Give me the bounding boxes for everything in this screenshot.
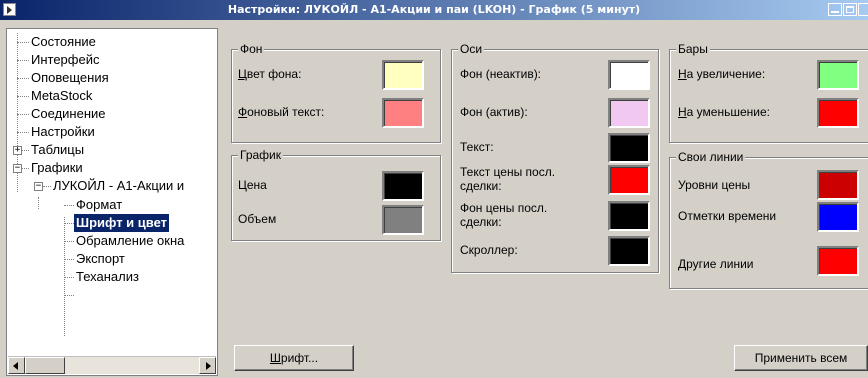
- bg-text-color-swatch[interactable]: [382, 98, 424, 128]
- tree-line: [64, 223, 74, 224]
- tree-line: [22, 150, 29, 151]
- bg-text-label: Фоновый текст:: [238, 105, 325, 119]
- other-lines-swatch[interactable]: [817, 246, 859, 276]
- tree-item-tech-analysis[interactable]: Теханализ: [74, 268, 141, 286]
- axis-active-label: Фон (актив):: [460, 105, 528, 119]
- collapse-icon[interactable]: −: [34, 182, 43, 191]
- group-title: График: [238, 148, 283, 162]
- last-price-text-label: Текст цены посл. сделки:: [460, 165, 556, 193]
- font-button[interactable]: Шрифт...: [234, 345, 354, 371]
- time-marks-swatch[interactable]: [817, 202, 859, 232]
- group-custom-lines: Свои линии Уровни цены Отметки времени Д…: [669, 150, 868, 289]
- tree-item-format[interactable]: Формат: [74, 196, 124, 214]
- group-title: Свои линии: [676, 150, 746, 164]
- expand-icon[interactable]: +: [13, 146, 22, 155]
- tree-horizontal-scrollbar[interactable]: [8, 356, 216, 374]
- tree-item-charts[interactable]: Графики: [29, 159, 85, 177]
- apply-all-button[interactable]: Применить всем: [734, 345, 868, 371]
- bg-color-swatch[interactable]: [382, 60, 424, 90]
- group-axes: Оси Фон (неактив): Фон (актив): Текст: Т…: [451, 42, 659, 273]
- axis-active-swatch[interactable]: [608, 98, 650, 128]
- last-price-bg-label: Фон цены посл. сделки:: [460, 201, 548, 229]
- axis-text-swatch[interactable]: [608, 133, 650, 163]
- tree-line: [17, 78, 29, 79]
- maximize-icon[interactable]: [843, 3, 857, 16]
- group-bars: Бары На увеличение: На уменьшение:: [669, 42, 868, 143]
- price-levels-label: Уровни цены: [678, 178, 751, 192]
- tree-line: [17, 60, 29, 61]
- group-chart: График Цена Объем: [231, 148, 441, 241]
- bar-down-swatch[interactable]: [817, 98, 859, 128]
- price-label: Цена: [238, 178, 267, 192]
- tree-line: [64, 259, 74, 260]
- bar-down-label: На уменьшение:: [678, 105, 770, 119]
- tree-item-interface[interactable]: Интерфейс: [29, 51, 101, 69]
- volume-label: Объем: [238, 212, 277, 226]
- window-title: Настройки: ЛУКОЙЛ - А1-Акции и паи (LKOH…: [227, 3, 641, 16]
- tree-line: [64, 295, 74, 296]
- scroller-swatch[interactable]: [608, 236, 650, 266]
- tree-line: [64, 277, 74, 278]
- axis-inactive-swatch[interactable]: [608, 60, 650, 90]
- tree-line: [22, 168, 29, 169]
- settings-tree[interactable]: + − − Состояние Интерфейс Оповещения Met…: [6, 28, 218, 376]
- minimize-icon[interactable]: [828, 3, 842, 16]
- tree-item-sostoyanie[interactable]: Состояние: [29, 33, 98, 51]
- last-price-text-swatch[interactable]: [608, 165, 650, 195]
- tree-item-connection[interactable]: Соединение: [29, 105, 108, 123]
- tree-line: [17, 42, 29, 43]
- last-price-bg-swatch[interactable]: [608, 201, 650, 231]
- group-title: Бары: [676, 42, 710, 56]
- price-levels-swatch[interactable]: [817, 170, 859, 200]
- tree-item-export[interactable]: Экспорт: [74, 250, 127, 268]
- close-icon[interactable]: [858, 3, 868, 16]
- bar-up-swatch[interactable]: [817, 60, 859, 90]
- other-lines-label: Другие линии: [678, 257, 754, 271]
- group-title: Фон: [238, 42, 265, 56]
- volume-color-swatch[interactable]: [382, 205, 424, 235]
- scroll-right-icon[interactable]: [199, 357, 216, 374]
- tree-item-window-frame[interactable]: Обрамление окна: [74, 232, 186, 250]
- scroller-label: Скроллер:: [460, 243, 518, 257]
- tree-item-tables[interactable]: Таблицы: [29, 141, 86, 159]
- title-bar: Настройки: ЛУКОЙЛ - А1-Акции и паи (LKOH…: [0, 0, 868, 20]
- price-color-swatch[interactable]: [382, 171, 424, 201]
- axis-inactive-label: Фон (неактив):: [460, 67, 542, 81]
- tree-line: [64, 205, 74, 206]
- tree-item-font-color[interactable]: Шрифт и цвет: [74, 214, 170, 232]
- bar-up-label: На увеличение:: [678, 67, 766, 81]
- scroll-left-icon[interactable]: [8, 357, 25, 374]
- group-background: Фон Цвет фона: Фоновый текст:: [231, 42, 441, 143]
- tree-line: [43, 186, 51, 187]
- tree-line: [17, 96, 29, 97]
- time-marks-label: Отметки времени: [678, 209, 777, 223]
- bg-color-label: Цвет фона:: [238, 67, 302, 81]
- scroll-thumb[interactable]: [25, 357, 65, 374]
- group-title: Оси: [458, 42, 485, 56]
- tree-line: [64, 241, 74, 242]
- tree-item-metastock[interactable]: MetaStock: [29, 87, 94, 105]
- tree-line: [17, 132, 29, 133]
- tree-item-settings[interactable]: Настройки: [29, 123, 97, 141]
- tree-item-alerts[interactable]: Оповещения: [29, 69, 111, 87]
- tree-line: [17, 114, 29, 115]
- collapse-icon[interactable]: −: [13, 164, 22, 173]
- tree-line: [38, 197, 39, 209]
- axis-text-label: Текст:: [460, 140, 494, 154]
- tree-item-lukoil-chart[interactable]: ЛУКОЙЛ - А1-Акции и: [51, 177, 186, 195]
